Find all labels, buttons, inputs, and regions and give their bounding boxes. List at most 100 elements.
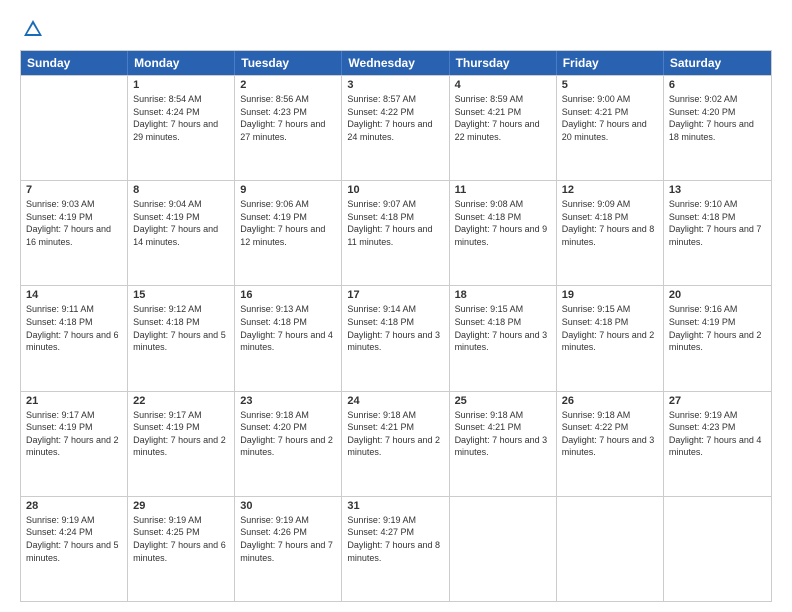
calendar-cell: 29 Sunrise: 9:19 AM Sunset: 4:25 PM Dayli… bbox=[128, 497, 235, 601]
cell-day-number: 18 bbox=[455, 289, 551, 301]
cell-info: Sunrise: 9:18 AM Sunset: 4:21 PM Dayligh… bbox=[347, 409, 443, 459]
calendar-cell bbox=[664, 497, 771, 601]
cell-day-number: 10 bbox=[347, 184, 443, 196]
cell-info: Sunrise: 9:00 AM Sunset: 4:21 PM Dayligh… bbox=[562, 93, 658, 143]
calendar-cell: 8 Sunrise: 9:04 AM Sunset: 4:19 PM Daylig… bbox=[128, 181, 235, 285]
calendar-cell: 21Sunrise: 9:17 AM Sunset: 4:19 PM Dayli… bbox=[21, 392, 128, 496]
cell-info: Sunrise: 9:10 AM Sunset: 4:18 PM Dayligh… bbox=[669, 198, 766, 248]
cell-day-number: 8 bbox=[133, 184, 229, 196]
cell-info: Sunrise: 9:18 AM Sunset: 4:20 PM Dayligh… bbox=[240, 409, 336, 459]
header-day-tuesday: Tuesday bbox=[235, 51, 342, 75]
calendar-cell: 20 Sunrise: 9:16 AM Sunset: 4:19 PM Dayli… bbox=[664, 286, 771, 390]
calendar-cell: 25Sunrise: 9:18 AM Sunset: 4:21 PM Dayli… bbox=[450, 392, 557, 496]
calendar-body: 1 Sunrise: 8:54 AM Sunset: 4:24 PM Daylig… bbox=[21, 75, 771, 601]
cell-day-number: 22 bbox=[133, 395, 229, 407]
calendar-cell: 16 Sunrise: 9:13 AM Sunset: 4:18 PM Dayli… bbox=[235, 286, 342, 390]
cell-day-number: 25 bbox=[455, 395, 551, 407]
cell-day-number: 5 bbox=[562, 79, 658, 91]
calendar-cell: 2Sunrise: 8:56 AM Sunset: 4:23 PM Daylig… bbox=[235, 76, 342, 180]
cell-day-number: 16 bbox=[240, 289, 336, 301]
calendar-row-2: 14Sunrise: 9:11 AM Sunset: 4:18 PM Dayli… bbox=[21, 285, 771, 390]
calendar-cell: 30 Sunrise: 9:19 AM Sunset: 4:26 PM Dayli… bbox=[235, 497, 342, 601]
calendar-cell: 22 Sunrise: 9:17 AM Sunset: 4:19 PM Dayli… bbox=[128, 392, 235, 496]
calendar-cell: 11 Sunrise: 9:08 AM Sunset: 4:18 PM Dayli… bbox=[450, 181, 557, 285]
cell-day-number: 9 bbox=[240, 184, 336, 196]
cell-info: Sunrise: 9:12 AM Sunset: 4:18 PM Dayligh… bbox=[133, 303, 229, 353]
header-day-saturday: Saturday bbox=[664, 51, 771, 75]
header bbox=[20, 18, 772, 40]
cell-day-number: 11 bbox=[455, 184, 551, 196]
cell-info: Sunrise: 9:15 AM Sunset: 4:18 PM Dayligh… bbox=[562, 303, 658, 353]
calendar-cell: 27 Sunrise: 9:19 AM Sunset: 4:23 PM Dayli… bbox=[664, 392, 771, 496]
cell-day-number: 28 bbox=[26, 500, 122, 512]
calendar-cell bbox=[21, 76, 128, 180]
cell-info: Sunrise: 9:16 AM Sunset: 4:19 PM Dayligh… bbox=[669, 303, 766, 353]
cell-day-number: 3 bbox=[347, 79, 443, 91]
cell-day-number: 15 bbox=[133, 289, 229, 301]
cell-day-number: 2 bbox=[240, 79, 336, 91]
calendar-row-4: 28 Sunrise: 9:19 AM Sunset: 4:24 PM Dayli… bbox=[21, 496, 771, 601]
cell-day-number: 6 bbox=[669, 79, 766, 91]
calendar-cell: 1 Sunrise: 8:54 AM Sunset: 4:24 PM Daylig… bbox=[128, 76, 235, 180]
cell-info: Sunrise: 8:57 AM Sunset: 4:22 PM Dayligh… bbox=[347, 93, 443, 143]
calendar-cell: 4Sunrise: 8:59 AM Sunset: 4:21 PM Daylig… bbox=[450, 76, 557, 180]
cell-day-number: 20 bbox=[669, 289, 766, 301]
cell-day-number: 1 bbox=[133, 79, 229, 91]
calendar-cell: 26 Sunrise: 9:18 AM Sunset: 4:22 PM Dayli… bbox=[557, 392, 664, 496]
calendar-cell: 9Sunrise: 9:06 AM Sunset: 4:19 PM Daylig… bbox=[235, 181, 342, 285]
cell-info: Sunrise: 9:19 AM Sunset: 4:27 PM Dayligh… bbox=[347, 514, 443, 564]
cell-info: Sunrise: 9:08 AM Sunset: 4:18 PM Dayligh… bbox=[455, 198, 551, 248]
cell-info: Sunrise: 9:02 AM Sunset: 4:20 PM Dayligh… bbox=[669, 93, 766, 143]
calendar-cell: 15 Sunrise: 9:12 AM Sunset: 4:18 PM Dayli… bbox=[128, 286, 235, 390]
cell-day-number: 21 bbox=[26, 395, 122, 407]
cell-info: Sunrise: 9:19 AM Sunset: 4:24 PM Dayligh… bbox=[26, 514, 122, 564]
cell-info: Sunrise: 9:04 AM Sunset: 4:19 PM Dayligh… bbox=[133, 198, 229, 248]
header-day-thursday: Thursday bbox=[450, 51, 557, 75]
cell-day-number: 7 bbox=[26, 184, 122, 196]
cell-info: Sunrise: 9:14 AM Sunset: 4:18 PM Dayligh… bbox=[347, 303, 443, 353]
cell-day-number: 30 bbox=[240, 500, 336, 512]
page: SundayMondayTuesdayWednesdayThursdayFrid… bbox=[0, 0, 792, 612]
calendar-cell: 23 Sunrise: 9:18 AM Sunset: 4:20 PM Dayli… bbox=[235, 392, 342, 496]
calendar-cell: 6 Sunrise: 9:02 AM Sunset: 4:20 PM Daylig… bbox=[664, 76, 771, 180]
cell-day-number: 14 bbox=[26, 289, 122, 301]
calendar-cell: 5 Sunrise: 9:00 AM Sunset: 4:21 PM Daylig… bbox=[557, 76, 664, 180]
cell-day-number: 27 bbox=[669, 395, 766, 407]
cell-info: Sunrise: 9:09 AM Sunset: 4:18 PM Dayligh… bbox=[562, 198, 658, 248]
header-day-wednesday: Wednesday bbox=[342, 51, 449, 75]
cell-info: Sunrise: 9:19 AM Sunset: 4:23 PM Dayligh… bbox=[669, 409, 766, 459]
calendar-cell: 14Sunrise: 9:11 AM Sunset: 4:18 PM Dayli… bbox=[21, 286, 128, 390]
cell-day-number: 31 bbox=[347, 500, 443, 512]
cell-info: Sunrise: 9:03 AM Sunset: 4:19 PM Dayligh… bbox=[26, 198, 122, 248]
calendar-cell: 18 Sunrise: 9:15 AM Sunset: 4:18 PM Dayli… bbox=[450, 286, 557, 390]
cell-info: Sunrise: 9:19 AM Sunset: 4:26 PM Dayligh… bbox=[240, 514, 336, 564]
calendar-cell: 13Sunrise: 9:10 AM Sunset: 4:18 PM Dayli… bbox=[664, 181, 771, 285]
cell-day-number: 17 bbox=[347, 289, 443, 301]
calendar-cell: 31 Sunrise: 9:19 AM Sunset: 4:27 PM Dayli… bbox=[342, 497, 449, 601]
cell-info: Sunrise: 9:15 AM Sunset: 4:18 PM Dayligh… bbox=[455, 303, 551, 353]
calendar-row-0: 1 Sunrise: 8:54 AM Sunset: 4:24 PM Daylig… bbox=[21, 75, 771, 180]
cell-info: Sunrise: 9:19 AM Sunset: 4:25 PM Dayligh… bbox=[133, 514, 229, 564]
cell-info: Sunrise: 8:59 AM Sunset: 4:21 PM Dayligh… bbox=[455, 93, 551, 143]
calendar-cell: 28 Sunrise: 9:19 AM Sunset: 4:24 PM Dayli… bbox=[21, 497, 128, 601]
calendar-cell: 19 Sunrise: 9:15 AM Sunset: 4:18 PM Dayli… bbox=[557, 286, 664, 390]
cell-day-number: 29 bbox=[133, 500, 229, 512]
logo bbox=[20, 18, 44, 40]
calendar-row-3: 21 Sunrise: 9:17 AM Sunset: 4:19 PM Dayli… bbox=[21, 391, 771, 496]
cell-day-number: 23 bbox=[240, 395, 336, 407]
cell-info: Sunrise: 9:13 AM Sunset: 4:18 PM Dayligh… bbox=[240, 303, 336, 353]
calendar-cell: 10 Sunrise: 9:07 AM Sunset: 4:18 PM Dayli… bbox=[342, 181, 449, 285]
calendar-cell: 12Sunrise: 9:09 AM Sunset: 4:18 PM Dayli… bbox=[557, 181, 664, 285]
cell-info: Sunrise: 9:07 AM Sunset: 4:18 PM Dayligh… bbox=[347, 198, 443, 248]
logo-icon bbox=[22, 18, 44, 40]
calendar-row-1: 7 Sunrise: 9:03 AM Sunset: 4:19 PM Daylig… bbox=[21, 180, 771, 285]
calendar-cell: 7 Sunrise: 9:03 AM Sunset: 4:19 PM Daylig… bbox=[21, 181, 128, 285]
calendar-header: SundayMondayTuesdayWednesdayThursdayFrid… bbox=[21, 51, 771, 75]
cell-info: Sunrise: 9:17 AM Sunset: 4:19 PM Dayligh… bbox=[133, 409, 229, 459]
cell-day-number: 19 bbox=[562, 289, 658, 301]
cell-day-number: 26 bbox=[562, 395, 658, 407]
cell-info: Sunrise: 9:18 AM Sunset: 4:22 PM Dayligh… bbox=[562, 409, 658, 459]
calendar: SundayMondayTuesdayWednesdayThursdayFrid… bbox=[20, 50, 772, 602]
calendar-cell: 17 Sunrise: 9:14 AM Sunset: 4:18 PM Dayli… bbox=[342, 286, 449, 390]
cell-info: Sunrise: 8:54 AM Sunset: 4:24 PM Dayligh… bbox=[133, 93, 229, 143]
